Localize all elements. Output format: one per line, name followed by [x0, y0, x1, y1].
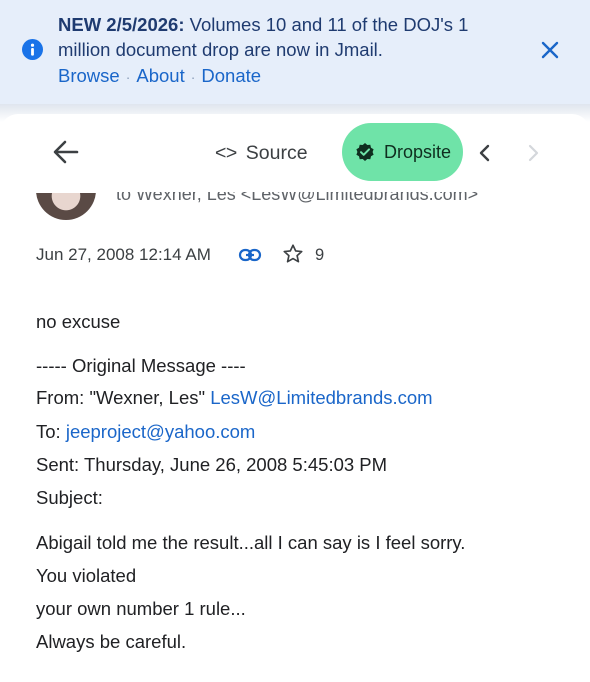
subject-line: Subject:	[36, 487, 103, 508]
banner-links: Browse · About · Donate	[58, 63, 261, 90]
banner-message: NEW 2/5/2026: Volumes 10 and 11 of the D…	[58, 12, 528, 62]
message-line: You violated	[36, 565, 137, 586]
link-separator: ·	[125, 69, 131, 85]
recipient-text: to Wexner, Les <LesW@Limitedbrands.com>	[116, 192, 479, 204]
from-label: From: "Wexner, Les"	[36, 387, 211, 408]
chevron-right-icon[interactable]	[524, 143, 542, 163]
info-icon	[22, 39, 43, 60]
star-icon[interactable]	[282, 243, 304, 265]
chevron-left-icon[interactable]	[476, 143, 494, 163]
source-button[interactable]: <> Source	[215, 140, 308, 166]
announcement-banner: NEW 2/5/2026: Volumes 10 and 11 of the D…	[0, 0, 590, 104]
verified-badge-icon	[356, 143, 374, 161]
message-line: Always be careful.	[36, 631, 187, 652]
from-email-link[interactable]: LesW@Limitedbrands.com	[210, 387, 432, 408]
original-message-header: ----- Original Message ----	[36, 355, 246, 376]
code-icon: <>	[215, 141, 237, 164]
donate-link[interactable]: Donate	[201, 65, 261, 86]
back-arrow-icon[interactable]	[52, 139, 80, 165]
dropsite-label: Dropsite	[384, 141, 452, 162]
dropsite-button[interactable]: Dropsite	[342, 123, 463, 181]
message-line: your own number 1 rule...	[36, 598, 246, 619]
message-line: Abigail told me the result...all I can s…	[36, 532, 466, 553]
email-date: Jun 27, 2008 12:14 AM	[36, 245, 211, 264]
sender-avatar	[36, 193, 96, 220]
close-icon[interactable]	[538, 38, 562, 62]
reply-text: no excuse	[36, 311, 121, 332]
link-separator: ·	[190, 69, 196, 85]
link-icon[interactable]	[238, 244, 262, 266]
from-line: From: "Wexner, Les" LesW@Limitedbrands.c…	[36, 387, 433, 409]
source-label: Source	[245, 141, 308, 164]
sent-line: Sent: Thursday, June 26, 2008 5:45:03 PM	[36, 454, 388, 475]
banner-line-2: million document drop are now in Jmail.	[58, 39, 383, 60]
to-email-link[interactable]: jeeproject@yahoo.com	[66, 421, 256, 442]
recipient-line: to Wexner, Les <LesW@Limitedbrands.com>	[116, 192, 526, 206]
banner-headline-bold: NEW 2/5/2026:	[58, 14, 185, 35]
email-meta: Jun 27, 2008 12:14 AM 9	[36, 244, 324, 266]
to-line: To: jeeproject@yahoo.com	[36, 421, 255, 443]
star-count: 9	[315, 246, 325, 264]
banner-headline-rest: Volumes 10 and 11 of the DOJ's 1	[184, 14, 469, 35]
browse-link[interactable]: Browse	[58, 65, 120, 86]
about-link[interactable]: About	[136, 65, 184, 86]
to-label: To:	[36, 421, 66, 442]
